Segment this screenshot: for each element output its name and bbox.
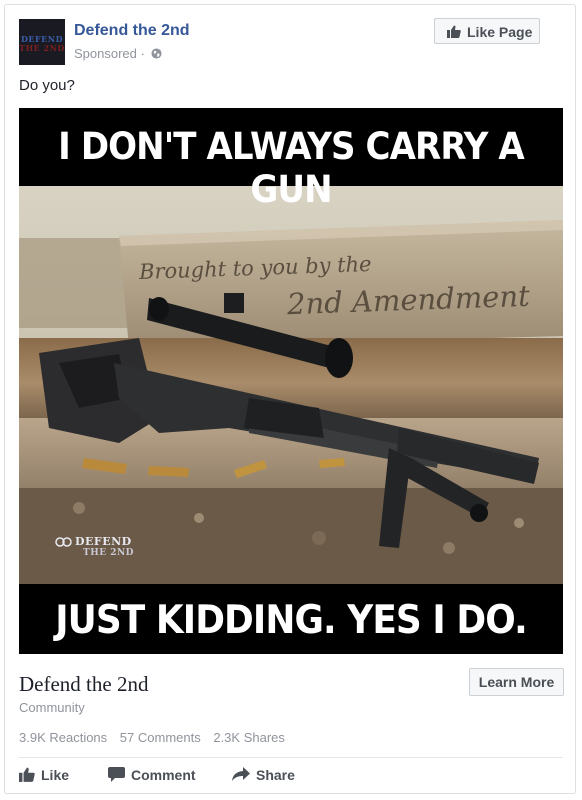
watermark-rings-icon [55, 537, 72, 547]
link-subtitle: Community [19, 700, 85, 715]
shares-count[interactable]: 2.3K Shares [213, 730, 285, 745]
sponsored-meta: Sponsored · [74, 46, 163, 61]
like-action-label: Like [41, 767, 70, 783]
ad-image[interactable]: I DON'T ALWAYS CARRY A GUN Brought to yo… [19, 108, 563, 654]
actions-divider [19, 757, 563, 758]
watermark-line1: DEFEND [75, 535, 132, 548]
comments-count[interactable]: 57 Comments [120, 730, 201, 745]
link-title[interactable]: Defend the 2nd [19, 672, 148, 697]
meta-separator: · [140, 46, 145, 61]
share-action-button[interactable]: Share [232, 765, 312, 787]
comment-icon [108, 767, 125, 782]
learn-more-button[interactable]: Learn More [469, 668, 564, 696]
share-action-label: Share [256, 767, 295, 783]
globe-icon [151, 48, 163, 59]
ad-caption-bottom: JUST KIDDING. YES I DO. [55, 598, 528, 643]
avatar-text-line2: THE 2ND [19, 43, 65, 53]
engagement-stats: 3.9K Reactions 57 Comments 2.3K Shares [19, 730, 294, 745]
page-name-link[interactable]: Defend the 2nd [74, 22, 190, 40]
ad-caption-top: I DON'T ALWAYS CARRY A GUN [58, 125, 525, 211]
watermark-line2: THE 2ND [83, 548, 134, 558]
like-action-button[interactable]: Like [19, 765, 79, 787]
sponsored-label[interactable]: Sponsored [74, 46, 137, 61]
share-arrow-icon [232, 767, 250, 781]
comment-action-button[interactable]: Comment [108, 765, 203, 787]
thumbs-up-icon [19, 767, 35, 782]
comment-action-label: Comment [131, 767, 196, 783]
reactions-count[interactable]: 3.9K Reactions [19, 730, 107, 745]
watermark-logo: DEFEND THE 2ND [53, 532, 145, 562]
post-message: Do you? [19, 77, 75, 94]
thumbs-up-icon [447, 25, 461, 38]
sponsored-post-card: DEFEND THE 2ND Defend the 2nd Sponsored … [4, 4, 576, 794]
like-page-button[interactable]: Like Page [434, 18, 540, 44]
page-avatar[interactable]: DEFEND THE 2ND [19, 19, 65, 65]
like-page-label: Like Page [467, 24, 533, 40]
